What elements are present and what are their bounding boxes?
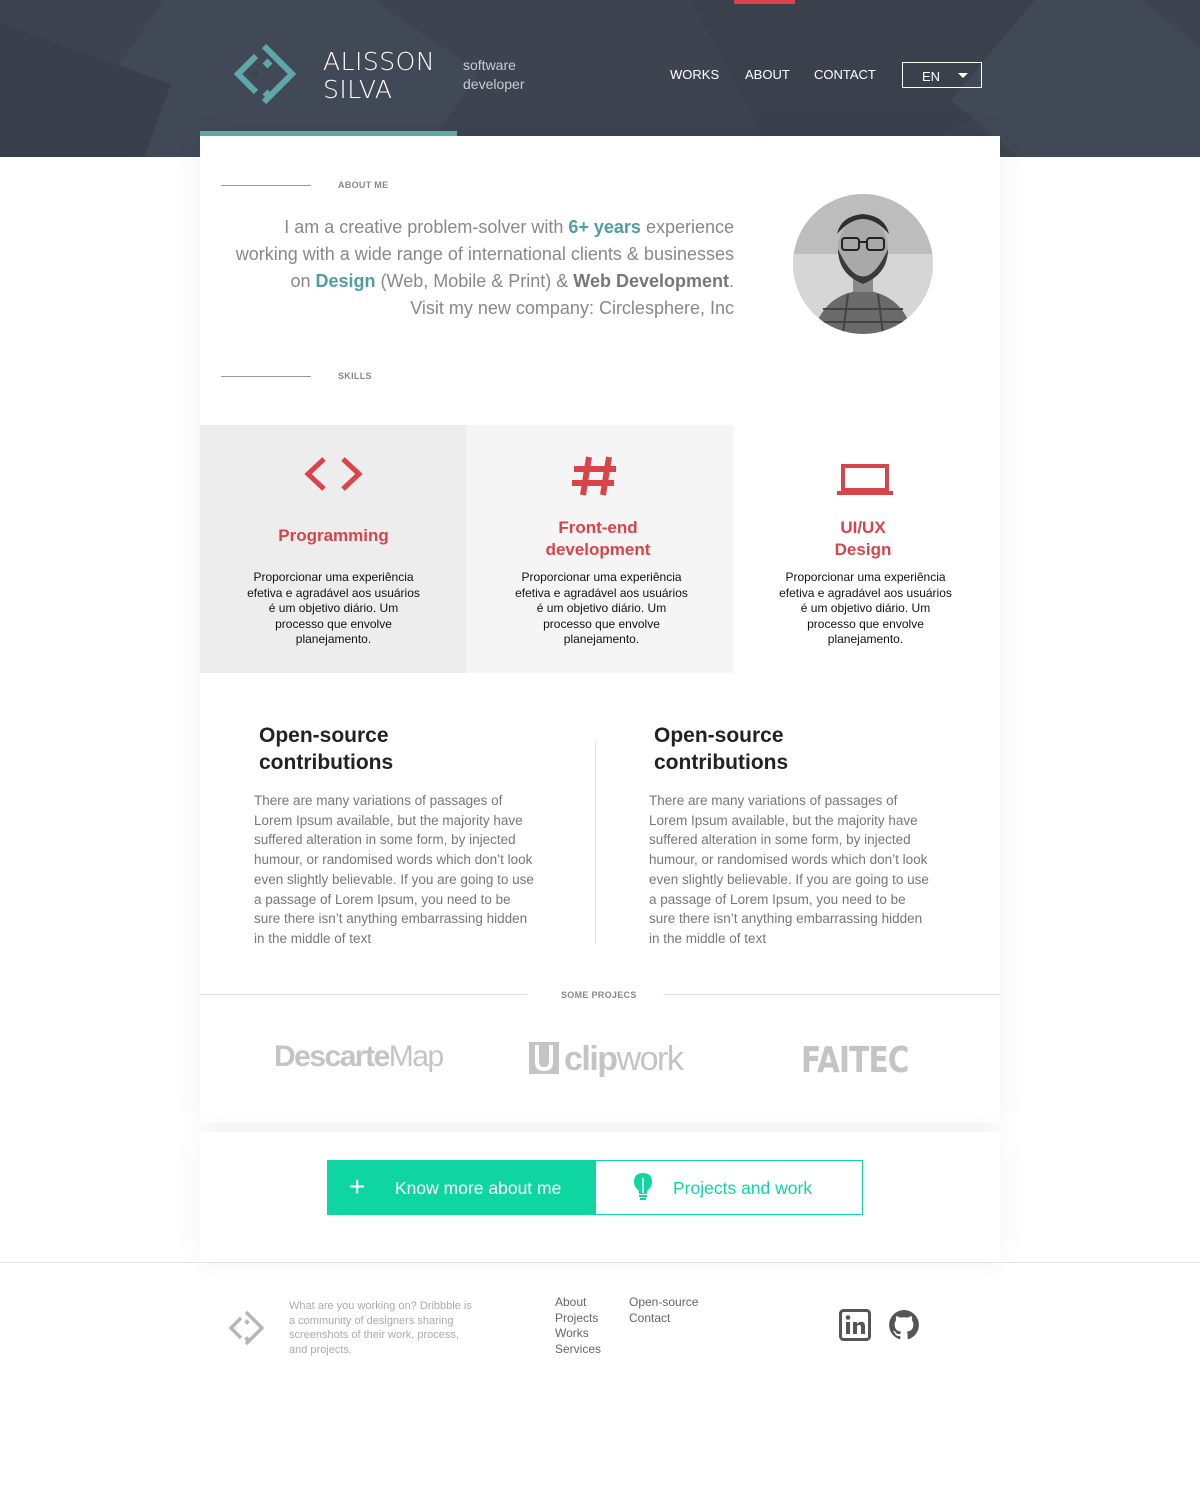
open-source-column: Open-source contributions There are many… — [254, 723, 539, 949]
about-text: I am a creative problem-solver with 6+ y… — [220, 214, 734, 322]
card-accent-bar — [200, 131, 457, 136]
skill-description: Proporcionar uma experiência efetiva e a… — [515, 570, 688, 646]
footer-link-about[interactable]: About — [555, 1295, 601, 1311]
project-logo-faitec[interactable]: FAITEC — [801, 1040, 909, 1081]
laptop-icon — [837, 464, 893, 495]
project-logo-text: FAITEC — [801, 1040, 909, 1081]
open-source-body: There are many variations of passages of… — [649, 793, 929, 946]
skill-description: Proporcionar uma experiência efetiva e a… — [779, 570, 952, 646]
nav-works-link[interactable]: WORKS — [670, 67, 719, 82]
profile-photo-icon — [793, 194, 933, 334]
open-source-title: Open-source contributions — [654, 724, 789, 774]
about-text-part: I am a creative problem-solver with — [284, 217, 569, 237]
language-select[interactable]: EN — [902, 62, 982, 88]
avatar — [793, 194, 933, 334]
nav-about-link[interactable]: ABOUT — [745, 67, 790, 82]
skill-title: Programming — [278, 526, 389, 545]
plus-icon: + — [349, 1171, 366, 1202]
brand-logo-icon[interactable] — [234, 44, 310, 106]
brand-name[interactable]: ALISSON SILVA — [323, 48, 435, 104]
projects-and-work-label: Projects and work — [673, 1178, 813, 1198]
about-text-part: . — [728, 271, 734, 291]
brand-tagline-line-1: software — [463, 57, 516, 73]
nav-contact-link[interactable]: CONTACT — [814, 67, 876, 82]
open-source-body: There are many variations of passages of… — [254, 793, 534, 946]
skill-card-programming[interactable]: Programming Proporcionar uma experiência… — [200, 425, 467, 673]
about-highlight-design: Design — [315, 271, 376, 291]
about-highlight-years: 6+ years — [568, 217, 641, 237]
about-highlight-dev: Web Development — [573, 271, 729, 291]
site-header — [0, 0, 1200, 157]
footer-logo-icon[interactable] — [229, 1311, 271, 1345]
open-source-column: Open-source contributions There are many… — [649, 723, 934, 949]
project-logo-clipwork[interactable]: clipwork — [528, 1040, 684, 1079]
section-divider — [221, 376, 311, 377]
footer-link-services[interactable]: Services — [555, 1342, 601, 1358]
github-icon[interactable] — [888, 1309, 920, 1341]
section-divider — [200, 994, 527, 995]
project-logo-text: Descarte — [274, 1040, 390, 1073]
column-divider — [595, 741, 596, 944]
know-more-button[interactable]: + Know more about me — [327, 1160, 596, 1215]
section-divider — [663, 994, 1000, 995]
footer-link-works[interactable]: Works — [555, 1326, 601, 1342]
brand-last-name: SILVA — [323, 75, 393, 104]
active-nav-indicator — [734, 0, 795, 4]
about-company-link[interactable]: Visit my new company: Circlesphere, Inc — [410, 298, 734, 318]
language-value: EN — [922, 69, 941, 84]
linkedin-icon[interactable] — [839, 1309, 871, 1341]
skill-card-uiux[interactable]: UI/UX Design Proporcionar uma experiênci… — [733, 425, 1000, 673]
know-more-label: Know more about me — [395, 1178, 562, 1198]
brand-tagline: software developer — [463, 56, 525, 94]
section-divider — [221, 185, 311, 186]
clipwork-mark-icon — [529, 1042, 559, 1074]
brand-tagline-line-2: developer — [463, 76, 525, 92]
open-source-title: Open-source contributions — [259, 724, 394, 774]
projects-section-label: SOME PROJECS — [561, 990, 637, 1000]
skills-section-label: SKILLS — [338, 371, 372, 381]
caret-down-icon — [958, 73, 968, 78]
project-logo-descartemap[interactable]: DescarteMap — [274, 1040, 444, 1074]
footer-links-column: Open-source Contact — [629, 1295, 698, 1326]
brand-first-name: ALISSON — [323, 47, 436, 76]
about-section-label: ABOUT ME — [338, 180, 389, 190]
footer-blurb: What are you working on? Dribbble is a c… — [289, 1300, 472, 1356]
skill-title: Front-end development — [545, 518, 651, 559]
footer-links-column: About Projects Works Services — [555, 1295, 601, 1357]
footer-link-projects[interactable]: Projects — [555, 1311, 601, 1327]
hash-icon — [572, 456, 616, 496]
code-icon — [304, 457, 363, 491]
skill-card-frontend[interactable]: Front-end development Proporcionar uma e… — [466, 425, 733, 673]
lightbulb-icon — [634, 1173, 652, 1200]
projects-and-work-button[interactable]: Projects and work — [595, 1160, 863, 1215]
project-logo-text: Map — [388, 1040, 444, 1073]
footer-link-open-source[interactable]: Open-source — [629, 1295, 698, 1311]
about-text-part: (Web, Mobile & Print) & — [375, 271, 574, 291]
footer-divider — [0, 1262, 1200, 1263]
project-logo-text: work — [616, 1040, 684, 1078]
skill-title: UI/UX Design — [834, 518, 892, 559]
project-logo-text: clip — [564, 1040, 618, 1078]
skill-description: Proporcionar uma experiência efetiva e a… — [247, 570, 420, 646]
footer-link-contact[interactable]: Contact — [629, 1311, 698, 1327]
